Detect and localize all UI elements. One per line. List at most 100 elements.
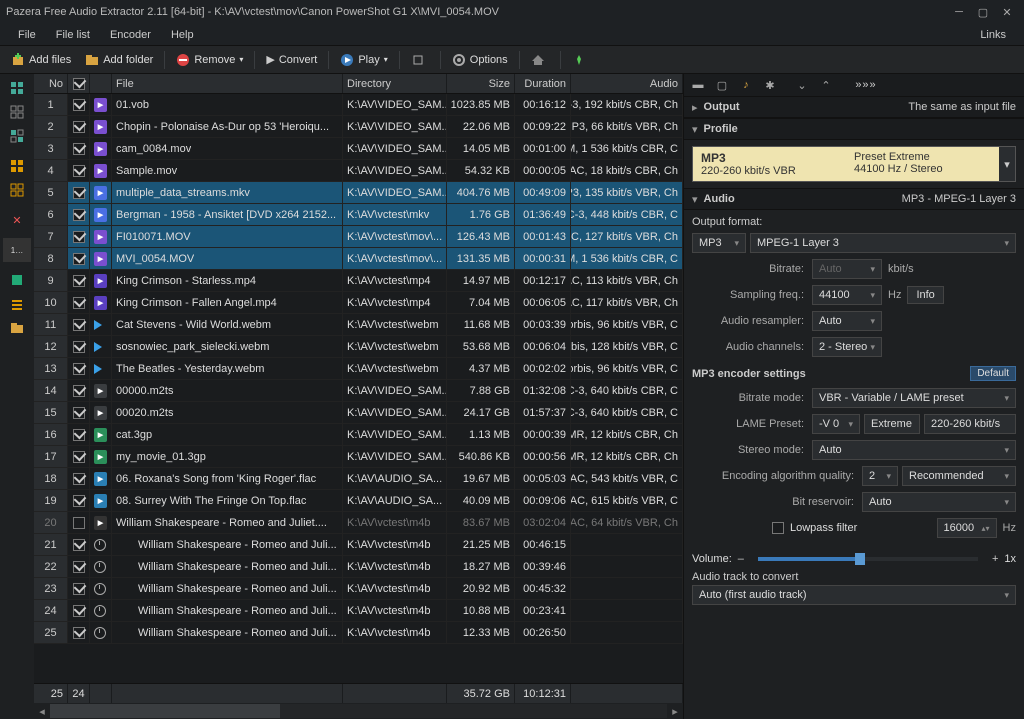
convert-button[interactable]: ▶Convert: [260, 51, 323, 68]
profile-box[interactable]: MP3 220-260 kbit/s VBR Preset Extreme 44…: [692, 146, 1016, 182]
output-section-header[interactable]: ▸ Output The same as input file: [684, 96, 1024, 118]
rail-folder-icon[interactable]: [3, 316, 31, 340]
rail-invert-icon[interactable]: [3, 124, 31, 148]
maximize-button[interactable]: ▢: [972, 4, 994, 20]
table-row[interactable]: 1▶01.vobK:\AV\VIDEO_SAM...1023.85 MB00:1…: [34, 94, 683, 116]
menu-file[interactable]: File: [8, 27, 46, 43]
col-directory[interactable]: Directory: [343, 74, 447, 93]
bitrate-select[interactable]: Auto: [812, 259, 882, 279]
channels-select[interactable]: 2 - Stereo: [812, 337, 882, 357]
lame-preset-name: Extreme: [864, 414, 920, 434]
output-codec-select[interactable]: MPEG-1 Layer 3: [750, 233, 1016, 253]
table-row[interactable]: 20▶William Shakespeare - Romeo and Julie…: [34, 512, 683, 534]
rail-num-icon[interactable]: 1…: [3, 238, 31, 262]
profile-dropdown-icon[interactable]: ▾: [999, 147, 1015, 181]
col-size[interactable]: Size: [447, 74, 515, 93]
rail-deselect-icon[interactable]: [3, 100, 31, 124]
col-duration[interactable]: Duration: [515, 74, 571, 93]
grid-footer: 25 24 35.72 GB 10:12:31: [34, 683, 683, 703]
table-row[interactable]: 24William Shakespeare - Romeo and Juli..…: [34, 600, 683, 622]
resampler-select[interactable]: Auto: [812, 311, 882, 331]
tool-button-1[interactable]: [405, 51, 435, 69]
menu-links[interactable]: Links: [970, 27, 1016, 43]
table-row[interactable]: 18▶06. Roxana's Song from 'King Roger'.f…: [34, 468, 683, 490]
table-row[interactable]: 12sosnowiec_park_sielecki.webmK:\AV\vcte…: [34, 336, 683, 358]
table-row[interactable]: 5▶multiple_data_streams.mkvK:\AV\VIDEO_S…: [34, 182, 683, 204]
default-button[interactable]: Default: [970, 366, 1016, 381]
rail-select-all-icon[interactable]: [3, 76, 31, 100]
table-row[interactable]: 4▶Sample.movK:\AV\VIDEO_SAM...54.32 KB00…: [34, 160, 683, 182]
table-row[interactable]: 11Cat Stevens - Wild World.webmK:\AV\vct…: [34, 314, 683, 336]
tab-gear-icon[interactable]: ✱: [758, 75, 782, 95]
rail-remove-icon[interactable]: ✕: [3, 208, 31, 232]
tab-collapse-icon[interactable]: ⌄: [790, 75, 814, 95]
rail-info-icon[interactable]: [3, 268, 31, 292]
add-files-button[interactable]: Add files: [5, 51, 77, 69]
col-audio[interactable]: Audio: [571, 74, 683, 93]
table-row[interactable]: 10▶King Crimson - Fallen Angel.mp4K:\AV\…: [34, 292, 683, 314]
table-row[interactable]: 2▶Chopin - Polonaise As-Dur op 53 'Heroi…: [34, 116, 683, 138]
table-row[interactable]: 3▶cam_0084.movK:\AV\VIDEO_SAM...14.05 MB…: [34, 138, 683, 160]
table-row[interactable]: 23William Shakespeare - Romeo and Juli..…: [34, 578, 683, 600]
table-row[interactable]: 19▶08. Surrey With The Fringe On Top.fla…: [34, 490, 683, 512]
volume-plus-button[interactable]: +: [992, 553, 998, 565]
menu-filelist[interactable]: File list: [46, 27, 100, 43]
table-row[interactable]: 21William Shakespeare - Romeo and Juli..…: [34, 534, 683, 556]
sampling-freq-select[interactable]: 44100: [812, 285, 882, 305]
table-row[interactable]: 13The Beatles - Yesterday.webmK:\AV\vcte…: [34, 358, 683, 380]
horizontal-scrollbar[interactable]: ◂ ▸: [34, 703, 683, 719]
table-row[interactable]: 17▶my_movie_01.3gpK:\AV\VIDEO_SAM...540.…: [34, 446, 683, 468]
info-button[interactable]: Info: [907, 286, 943, 304]
quality-name-select[interactable]: Recommended: [902, 466, 1016, 486]
stereo-mode-select[interactable]: Auto: [812, 440, 1016, 460]
minimize-button[interactable]: ─: [948, 4, 970, 20]
pin-button[interactable]: [566, 51, 596, 69]
tab-expand-icon[interactable]: ⌃: [814, 75, 838, 95]
lowpass-value[interactable]: 16000▴▾: [937, 518, 997, 538]
table-row[interactable]: 15▶00020.m2tsK:\AV\VIDEO_SAM...24.17 GB0…: [34, 402, 683, 424]
encoder-settings-label: MP3 encoder settings: [692, 368, 806, 380]
table-row[interactable]: 8▶MVI_0054.MOVK:\AV\vctest\mov\...131.35…: [34, 248, 683, 270]
home-button[interactable]: [525, 51, 555, 69]
table-row[interactable]: 6▶Bergman - 1958 - Ansiktet [DVD x264 21…: [34, 204, 683, 226]
menu-help[interactable]: Help: [161, 27, 204, 43]
tab-folder-icon[interactable]: ▬: [686, 75, 710, 95]
table-row[interactable]: 14▶00000.m2tsK:\AV\VIDEO_SAM...7.88 GB01…: [34, 380, 683, 402]
close-button[interactable]: ✕: [996, 4, 1018, 20]
rail-list-icon[interactable]: [3, 292, 31, 316]
remove-button[interactable]: Remove▾: [170, 51, 249, 69]
lowpass-checkbox[interactable]: Lowpass filter: [772, 522, 857, 534]
table-row[interactable]: 22William Shakespeare - Romeo and Juli..…: [34, 556, 683, 578]
col-no[interactable]: No: [34, 74, 68, 93]
rail-check-all-icon[interactable]: [3, 154, 31, 178]
audio-track-label: Audio track to convert: [692, 571, 1016, 583]
play-button[interactable]: Play▾: [334, 51, 393, 69]
table-row[interactable]: 7▶FI010071.MOVK:\AV\vctest\mov\...126.43…: [34, 226, 683, 248]
col-check[interactable]: [68, 74, 90, 93]
rail-uncheck-icon[interactable]: [3, 178, 31, 202]
grid-body[interactable]: 1▶01.vobK:\AV\VIDEO_SAM...1023.85 MB00:1…: [34, 94, 683, 683]
tab-doc-icon[interactable]: ▢: [710, 75, 734, 95]
tab-more-icon[interactable]: »»»: [846, 75, 886, 95]
left-rail: ✕ 1…: [0, 74, 34, 719]
col-file[interactable]: File: [112, 74, 343, 93]
options-button[interactable]: Options: [446, 51, 514, 69]
bit-reservoir-select[interactable]: Auto: [862, 492, 1016, 512]
volume-slider[interactable]: [758, 557, 978, 561]
table-row[interactable]: 25William Shakespeare - Romeo and Juli..…: [34, 622, 683, 644]
volume-minus-button[interactable]: –: [738, 553, 744, 565]
profile-section-header[interactable]: ▾ Profile: [684, 118, 1024, 140]
add-folder-button[interactable]: Add folder: [79, 51, 159, 69]
quality-q-select[interactable]: 2: [862, 466, 898, 486]
table-row[interactable]: 9▶King Crimson - Starless.mp4K:\AV\vctes…: [34, 270, 683, 292]
audio-section-header[interactable]: ▾ Audio MP3 - MPEG-1 Layer 3: [684, 188, 1024, 210]
grid-header: No File Directory Size Duration Audio: [34, 74, 683, 94]
tab-music-icon[interactable]: ♪: [734, 75, 758, 95]
col-icon: [90, 74, 112, 93]
menu-encoder[interactable]: Encoder: [100, 27, 161, 43]
audio-track-select[interactable]: Auto (first audio track): [692, 585, 1016, 605]
bitrate-mode-select[interactable]: VBR - Variable / LAME preset: [812, 388, 1016, 408]
output-format-select[interactable]: MP3: [692, 233, 746, 253]
table-row[interactable]: 16▶cat.3gpK:\AV\VIDEO_SAM...1.13 MB00:00…: [34, 424, 683, 446]
lame-preset-q-select[interactable]: -V 0: [812, 414, 860, 434]
